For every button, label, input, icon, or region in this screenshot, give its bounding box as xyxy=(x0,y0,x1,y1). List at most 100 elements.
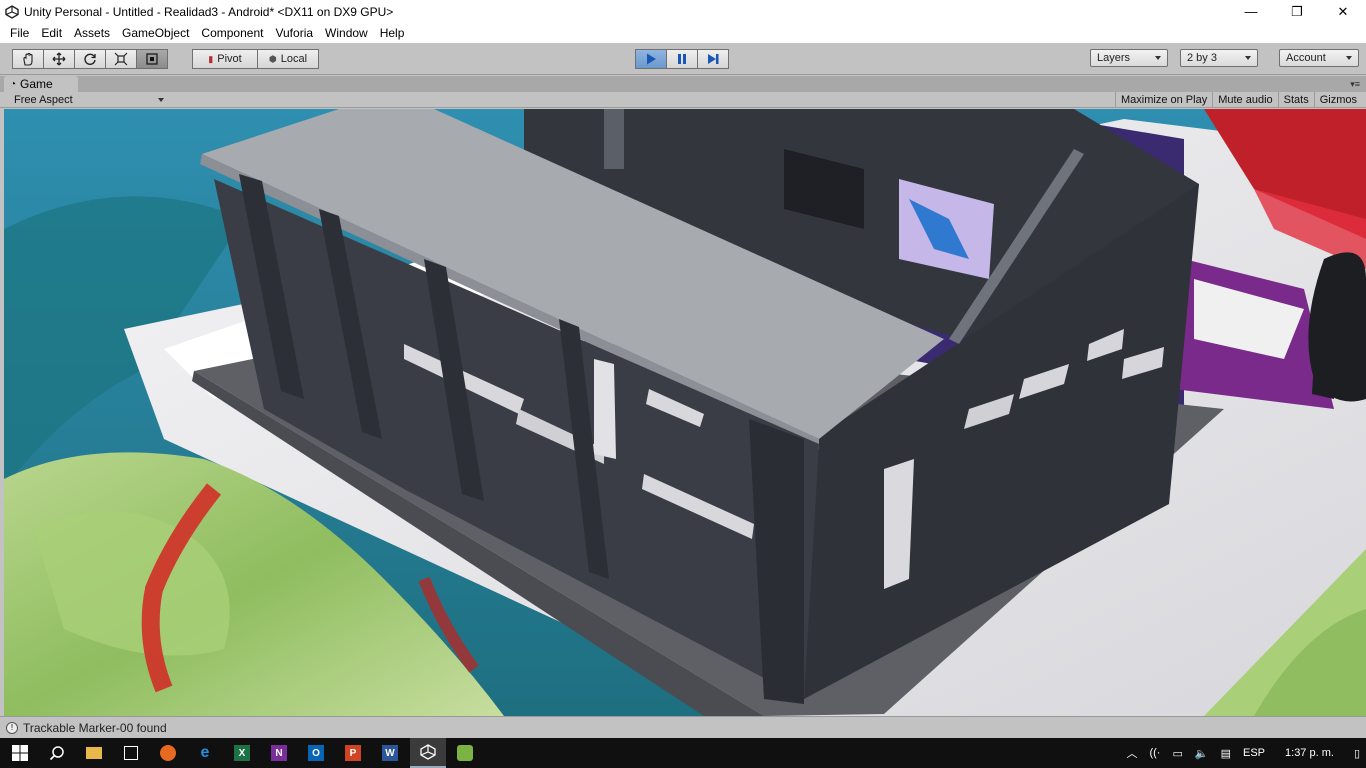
rect-tool-button[interactable] xyxy=(136,49,168,69)
tab-options-icon[interactable]: ▾≡ xyxy=(1350,79,1360,90)
status-message[interactable]: Trackable Marker-00 found xyxy=(23,721,167,735)
word-icon: W xyxy=(382,745,398,761)
stats-toggle[interactable]: Stats xyxy=(1277,92,1314,108)
window-title: Unity Personal - Untitled - Realidad3 - … xyxy=(24,4,394,19)
excel-button[interactable]: X xyxy=(224,738,260,768)
play-button[interactable] xyxy=(635,49,667,69)
search-button[interactable] xyxy=(39,738,75,768)
volume-muted-icon[interactable]: 🔈 xyxy=(1189,747,1215,760)
chevron-down-icon xyxy=(1245,56,1251,60)
menu-edit[interactable]: Edit xyxy=(35,26,68,40)
menu-help[interactable]: Help xyxy=(374,26,411,40)
layout-label: 2 by 3 xyxy=(1187,52,1217,64)
onenote-icon: N xyxy=(271,745,287,761)
layout-dropdown[interactable]: 2 by 3 xyxy=(1180,49,1258,67)
excel-icon: X xyxy=(234,745,250,761)
edge-icon: e xyxy=(200,744,210,761)
chevron-down-icon xyxy=(1346,56,1352,60)
title-bar: Unity Personal - Untitled - Realidad3 - … xyxy=(0,0,1366,23)
move-icon xyxy=(52,52,66,66)
system-tray: ︿ ((· ▭ 🔈 ▤ ESP 1:37 p. m. ▯ xyxy=(1120,738,1366,768)
pivot-toggle[interactable]: ▮ Pivot xyxy=(192,49,258,69)
local-label: Local xyxy=(280,53,308,65)
android-taskbar-button[interactable] xyxy=(447,738,483,768)
folder-icon xyxy=(86,747,102,759)
layers-dropdown[interactable]: Layers xyxy=(1090,49,1168,67)
word-button[interactable]: W xyxy=(372,738,408,768)
chevron-down-icon xyxy=(1155,56,1161,60)
onenote-button[interactable]: N xyxy=(261,738,297,768)
play-icon xyxy=(647,53,656,65)
language-indicator[interactable]: ESP xyxy=(1237,747,1271,759)
store-button[interactable] xyxy=(113,738,149,768)
scale-tool-button[interactable] xyxy=(105,49,137,69)
status-bar: ! Trackable Marker-00 found xyxy=(0,716,1366,738)
unity-icon xyxy=(420,744,436,760)
move-tool-button[interactable] xyxy=(43,49,75,69)
rotate-tool-button[interactable] xyxy=(74,49,106,69)
menu-vuforia[interactable]: Vuforia xyxy=(269,26,319,40)
windows-taskbar: e X N O P W ︿ ((· ▭ 🔈 ▤ ESP 1:37 p. m. ▯ xyxy=(0,738,1366,768)
pause-button[interactable] xyxy=(666,49,698,69)
hand-icon xyxy=(23,52,33,66)
info-icon: ! xyxy=(6,721,18,734)
clock[interactable]: 1:37 p. m. xyxy=(1271,747,1348,759)
gizmos-dropdown[interactable]: Gizmos xyxy=(1313,92,1362,108)
wifi-icon[interactable]: ((· xyxy=(1143,747,1166,759)
unity-window: Unity Personal - Untitled - Realidad3 - … xyxy=(0,0,1366,768)
notifications-icon[interactable]: ▯ xyxy=(1348,747,1366,760)
step-button[interactable] xyxy=(697,49,729,69)
menu-window[interactable]: Window xyxy=(319,26,374,40)
android-icon xyxy=(457,745,473,761)
firefox-icon xyxy=(160,745,176,761)
unity-taskbar-button[interactable] xyxy=(410,738,446,768)
game-view-toolbar: Free Aspect Maximize on Play Mute audio … xyxy=(0,92,1366,108)
menu-component[interactable]: Component xyxy=(195,26,269,40)
maximize-on-play-toggle[interactable]: Maximize on Play xyxy=(1115,92,1212,108)
scale-icon xyxy=(114,52,128,66)
powerpoint-icon: P xyxy=(345,745,361,761)
tab-game[interactable]: ◔ Game xyxy=(4,76,78,92)
transform-tools xyxy=(12,49,168,69)
account-dropdown[interactable]: Account xyxy=(1279,49,1359,67)
outlook-button[interactable]: O xyxy=(298,738,334,768)
pause-icon xyxy=(678,54,686,64)
hand-tool-button[interactable] xyxy=(12,49,44,69)
rotate-icon xyxy=(84,53,96,65)
search-icon xyxy=(49,746,64,761)
restore-button[interactable]: ❐ xyxy=(1274,0,1320,23)
menu-gameobject[interactable]: GameObject xyxy=(116,26,195,40)
layers-label: Layers xyxy=(1097,52,1131,64)
close-button[interactable]: ✕ xyxy=(1320,0,1366,23)
battery-icon[interactable]: ▭ xyxy=(1166,747,1188,760)
playback-controls xyxy=(635,49,729,69)
chevron-up-icon[interactable]: ︿ xyxy=(1120,745,1143,761)
pivot-group: ▮ Pivot ⬢ Local xyxy=(192,49,319,69)
outlook-icon: O xyxy=(308,745,324,761)
pivot-label: Pivot xyxy=(217,53,242,65)
chevron-down-icon xyxy=(158,98,164,102)
toolbar: ▮ Pivot ⬢ Local Layers 2 by 3 Account xyxy=(0,43,1366,75)
ar-scene-render xyxy=(4,109,1366,716)
pacman-icon: ◔ xyxy=(10,78,17,90)
menu-assets[interactable]: Assets xyxy=(68,26,116,40)
local-toggle[interactable]: ⬢ Local xyxy=(257,49,319,69)
start-button[interactable] xyxy=(2,738,38,768)
aspect-dropdown[interactable]: Free Aspect xyxy=(8,93,168,107)
firefox-button[interactable] xyxy=(150,738,186,768)
menu-bar: File Edit Assets GameObject Component Vu… xyxy=(0,23,1366,43)
edge-button[interactable]: e xyxy=(187,738,223,768)
tab-game-label: Game xyxy=(20,77,53,91)
powerpoint-button[interactable]: P xyxy=(335,738,371,768)
mute-audio-toggle[interactable]: Mute audio xyxy=(1212,92,1277,108)
menu-file[interactable]: File xyxy=(4,26,35,40)
file-explorer-button[interactable] xyxy=(76,738,112,768)
tab-row: ◔ Game ▾≡ xyxy=(0,76,1366,92)
aspect-label: Free Aspect xyxy=(14,94,73,106)
action-center-icon[interactable]: ▤ xyxy=(1215,747,1237,760)
minimize-button[interactable]: — xyxy=(1228,0,1274,23)
game-viewport[interactable] xyxy=(4,109,1366,716)
windows-logo-icon xyxy=(12,745,28,761)
unity-logo-icon xyxy=(0,0,24,23)
step-icon xyxy=(708,54,719,64)
